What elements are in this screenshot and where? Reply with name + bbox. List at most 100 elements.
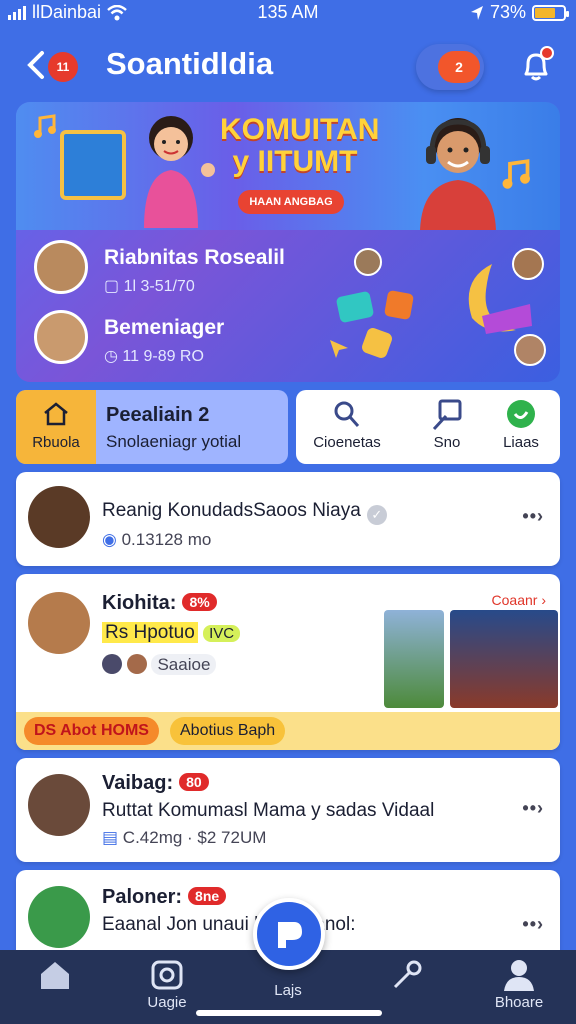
- person-name: Bemeniager: [104, 316, 225, 339]
- battery-percent: 73%: [489, 2, 526, 22]
- nav-label: Bhoare: [494, 994, 544, 1011]
- person-time: ◷ 11 9-89 RO: [104, 348, 204, 365]
- avatar-stack-icon: [102, 654, 122, 674]
- play-fab-button[interactable]: [253, 898, 325, 970]
- status-bar: llDainbai 135 AM 73%: [0, 0, 576, 26]
- promo-strip: DS Abot HOMS Abotius Baph: [16, 712, 560, 750]
- banner-headline: KOMUITAN y IITUMT: [220, 113, 380, 178]
- page-title: Soantidldia: [106, 46, 274, 81]
- thumbnail-image[interactable]: [450, 610, 558, 708]
- avatar-stack-icon: [126, 654, 147, 674]
- home-indicator: [196, 1010, 382, 1016]
- globe-icon: ◉: [102, 530, 122, 549]
- discount-badge: 8%: [182, 593, 217, 611]
- banner-top: KOMUITAN y IITUMT HAAN ANGBAG: [16, 102, 560, 230]
- home-shortcut-label: Rbuola: [32, 434, 80, 451]
- edit-icon: [432, 399, 462, 431]
- banner-cta-button[interactable]: HAAN ANGBAG: [238, 190, 344, 214]
- home-icon: [41, 962, 69, 989]
- avatar: [354, 248, 382, 276]
- feed-card-featured[interactable]: Kiohita: 8% Rs Hpotuo IVC Saaioe Coaanr ›…: [16, 574, 560, 750]
- more-options-button[interactable]: ••›: [522, 506, 544, 527]
- person-name: Riabnitas Rosealil: [104, 246, 285, 269]
- avatar: [34, 310, 88, 364]
- sticker-icon: [383, 289, 415, 321]
- home-shortcut[interactable]: Rbuola: [16, 390, 96, 464]
- promo-text[interactable]: Abotius Baph: [170, 717, 286, 745]
- feed-highlight: Rs Hpotuo IVC: [102, 622, 241, 644]
- notification-button[interactable]: [516, 46, 556, 86]
- profile-icon: [504, 960, 534, 991]
- action-title: Peealiain 2: [106, 404, 210, 426]
- music-note-icon: [502, 159, 530, 189]
- shortcut-label: Liaas: [503, 434, 539, 451]
- verified-icon: ✓: [366, 505, 387, 525]
- feed-text: Ruttat Komumasl Mama y sadas Vidaal: [102, 800, 435, 821]
- chevron-left-icon: [27, 51, 44, 79]
- nav-label: Lajs: [274, 982, 302, 999]
- whatsapp-icon: [507, 400, 535, 428]
- avatar: [34, 240, 88, 294]
- camera-icon: [151, 960, 183, 990]
- sticker-icon: [360, 326, 394, 360]
- promo-tag[interactable]: DS Abot HOMS: [24, 717, 159, 745]
- student-headphones-illustration: [420, 118, 496, 230]
- document-icon: ▤: [102, 828, 123, 847]
- messages-button[interactable]: 2: [416, 44, 484, 90]
- message-count-badge: 2: [438, 51, 480, 83]
- nav-label: Uagie: [147, 994, 187, 1011]
- feed-card[interactable]: Vaibag: 80 Ruttat Komumasl Mama y sadas V…: [16, 758, 560, 862]
- house-icon: [44, 402, 68, 426]
- back-badge: 11: [48, 52, 78, 82]
- chalkboard-illustration: [60, 130, 126, 200]
- quick-actions: Rbuola Peealiain 2 Snolaeniagr yotial Ci…: [16, 390, 560, 464]
- avatar: [28, 592, 90, 654]
- teacher-illustration: [144, 116, 215, 228]
- count-badge: 8ne: [188, 887, 227, 905]
- phone-search-icon: [334, 401, 360, 427]
- shortcut-label: Cioenetas: [313, 434, 381, 451]
- moon-illustration: [468, 264, 532, 334]
- featured-person-1[interactable]: Riabnitas Rosealil ▢ 1l 3-51/70: [34, 240, 354, 300]
- feed-card[interactable]: Reanig KonudadsSaoos Niaya ✓ ◉ 0.13128 mo…: [16, 472, 560, 566]
- clock-icon: ◷: [104, 348, 123, 365]
- nav-profile[interactable]: Bhoare: [474, 958, 564, 1022]
- app-header: 11 Soantidldia 2: [0, 36, 576, 96]
- primary-action-card[interactable]: Rbuola Peealiain 2 Snolaeniagr yotial: [16, 390, 288, 464]
- shortcut-bar: Cioenetas Sno Liaas: [296, 390, 560, 464]
- play-icon: [278, 922, 302, 948]
- nav-home[interactable]: [10, 958, 100, 1022]
- notification-dot: [540, 46, 554, 60]
- highlight-tag: IVC: [203, 625, 241, 642]
- feed-meta: Saaioe: [102, 654, 217, 675]
- shortcut-chat[interactable]: Liaas: [476, 398, 566, 460]
- person-time: ▢ 1l 3-51/70: [104, 278, 195, 295]
- feed-author: Kiohita: 8%: [102, 592, 217, 615]
- see-more-link[interactable]: Coaanr ›: [492, 592, 546, 608]
- calendar-icon: ▢: [104, 278, 124, 295]
- feed-text: Reanig KonudadsSaoos Niaya ✓: [102, 500, 387, 525]
- shortcut-contacts[interactable]: Cioenetas: [302, 398, 392, 460]
- battery-icon: [532, 4, 569, 21]
- avatar: [28, 886, 90, 948]
- promo-banner[interactable]: KOMUITAN y IITUMT HAAN ANGBAG Riabnitas …: [16, 102, 560, 382]
- feed-meta: ◉ 0.13128 mo: [102, 530, 212, 549]
- feed-author: Vaibag: 80: [102, 772, 209, 795]
- key-icon: [393, 960, 422, 989]
- count-badge: 80: [179, 773, 209, 791]
- more-options-button[interactable]: ••›: [522, 914, 544, 935]
- location-arrow-icon: [470, 5, 483, 20]
- nav-play[interactable]: Lajs: [243, 972, 333, 1024]
- action-subtitle: Snolaeniagr yotial: [106, 432, 242, 451]
- avatar: [28, 774, 90, 836]
- pointer-icon: [330, 340, 348, 358]
- music-note-icon: [34, 114, 56, 138]
- more-options-button[interactable]: ••›: [522, 798, 544, 819]
- feed-meta: ▤ C.42mg · $2 72UM: [102, 828, 267, 847]
- featured-person-2[interactable]: Bemeniager ◷ 11 9-89 RO: [34, 310, 354, 370]
- back-button[interactable]: 11: [24, 48, 80, 84]
- avatar: [28, 486, 90, 548]
- feed-author: Paloner: 8ne: [102, 886, 227, 909]
- photo-card-icon: [335, 290, 375, 324]
- thumbnail-image[interactable]: [384, 610, 444, 708]
